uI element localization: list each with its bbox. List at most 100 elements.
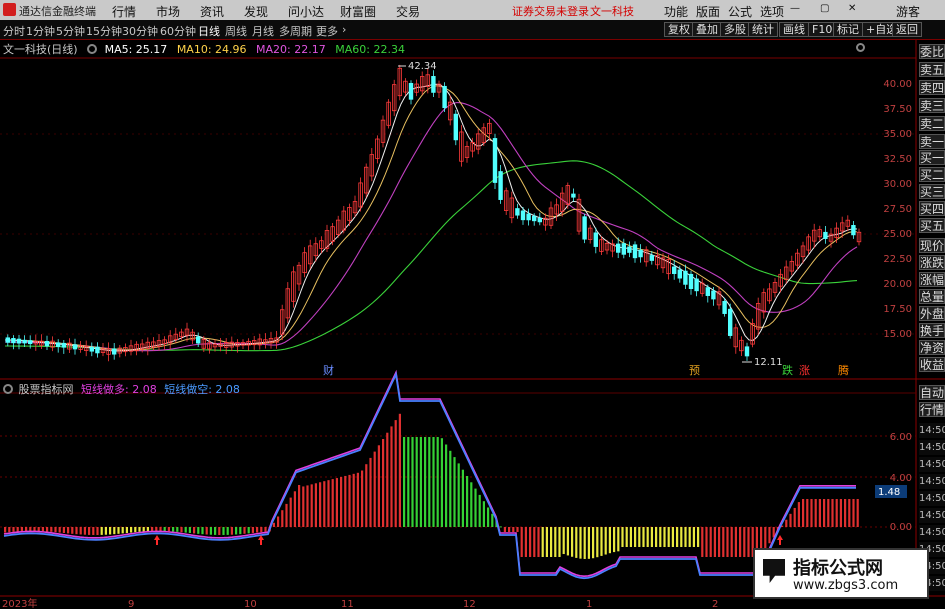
side-label-9[interactable]: 买四 [919,201,945,216]
candle-body [56,342,61,347]
marker-rise[interactable]: 涨 [799,364,810,377]
candle-body [677,269,682,279]
side-label-11[interactable]: 现价 [919,238,945,253]
indicator-bar [709,527,712,557]
indicator-bar [50,527,53,532]
indicator-bar [369,457,372,527]
candle-body [711,290,716,300]
indicator-bar [235,527,238,535]
indicator-bar [730,527,733,557]
indicator-bar [37,527,40,532]
candle-body [442,85,447,109]
side-label-3[interactable]: 卖三 [919,98,945,113]
indicator-bar [310,484,313,527]
indicator-bar [449,450,452,527]
candle-body [61,342,66,348]
candle-body [16,338,22,344]
indicator-bar [457,463,460,527]
side-label-25[interactable]: 14:50 [919,491,945,506]
indicator-bar [298,485,301,527]
indicator-bar [613,527,616,553]
candles [5,64,862,362]
side-label-0[interactable]: 委比 [919,44,945,59]
indicator-bar [201,527,204,535]
high-price-label: 42.34 [408,61,437,72]
indicator-bar [159,527,162,532]
marker-forecast[interactable]: 预 [689,364,700,377]
indicator-bar [638,527,641,547]
side-label-17[interactable]: 净资 [919,340,945,355]
candle-body [520,210,526,221]
side-label-23[interactable]: 14:50 [919,457,945,472]
indicator-bar [352,473,355,527]
candle-body [593,232,598,247]
side-label-27[interactable]: 14:50 [919,525,945,540]
candle-body [112,348,117,355]
indicator-bar [415,437,418,527]
indicator-bar [470,482,473,527]
indicator-bar [583,527,586,559]
price-axis: 40.00 37.50 35.00 32.50 30.00 27.50 25.0… [883,79,912,340]
side-label-19[interactable]: 自动 [919,385,945,400]
indicator-bar [377,445,380,527]
indicator-bar [575,527,578,558]
indicator-bar [205,527,208,535]
side-label-16[interactable]: 换手 [919,323,945,338]
indicator-bar [671,527,674,547]
indicator-bar [621,527,624,547]
indicator-bar [4,527,7,533]
side-label-13[interactable]: 涨幅 [919,272,945,287]
marker-finance[interactable]: 财 [323,363,334,377]
side-label-21[interactable]: 14:50 [919,423,945,438]
side-label-20[interactable]: 行情 [919,402,945,417]
indicator-bar [428,437,431,527]
side-label-14[interactable]: 总量 [919,289,945,304]
indicator-bar [642,527,645,547]
indicator-bar [461,469,464,527]
indicator-bar [176,527,179,532]
candle-body [492,138,498,183]
indicator-legend: 股票指标网 短线做多: 2.08 短线做空: 2.08 [3,381,240,397]
candle-body [728,308,733,336]
candle-body [11,338,16,344]
indicator-bar [419,437,422,527]
candle-body [616,243,621,253]
indicator-axis: 6.00 4.00 0.00 [890,432,912,533]
side-label-18[interactable]: 收益 [919,357,945,372]
candle-body [705,287,710,296]
side-label-24[interactable]: 14:50 [919,474,945,489]
side-label-8[interactable]: 买三 [919,184,945,199]
side-label-22[interactable]: 14:50 [919,440,945,455]
indicator-bar [566,527,569,556]
side-label-12[interactable]: 涨跌 [919,255,945,270]
marker-tencent[interactable]: 腾 [838,363,849,377]
indicator-bar [466,476,469,527]
side-label-5[interactable]: 卖一 [919,134,945,149]
indicator-bar [398,413,401,527]
marker-fall[interactable]: 跌 [782,363,793,377]
indicator-bar [697,527,700,547]
candle-body [621,243,626,255]
side-label-10[interactable]: 买五 [919,218,945,233]
indicator-bar [520,527,523,557]
side-label-1[interactable]: 卖五 [919,62,945,77]
indicator-settings-icon[interactable] [3,384,13,394]
indicator-bar [184,527,187,533]
indicator-bar [596,527,599,558]
indicator-bar [608,527,611,554]
candle-body [632,244,638,259]
side-label-26[interactable]: 14:50 [919,508,945,523]
price-tick-22-5: 22.50 [883,254,912,265]
indicator-bar [436,437,439,527]
side-label-6[interactable]: 买一 [919,150,945,165]
side-label-15[interactable]: 外盘 [919,306,945,321]
side-label-4[interactable]: 卖二 [919,116,945,131]
side-label-2[interactable]: 卖四 [919,80,945,95]
indicator-bar [550,527,553,557]
indicator-bar [617,527,620,552]
indicator-bar [373,451,376,527]
indicator-bar [440,438,443,527]
side-label-7[interactable]: 买二 [919,167,945,182]
indicator-bar [25,527,28,532]
watermark-title: 指标公式网 [793,558,883,579]
